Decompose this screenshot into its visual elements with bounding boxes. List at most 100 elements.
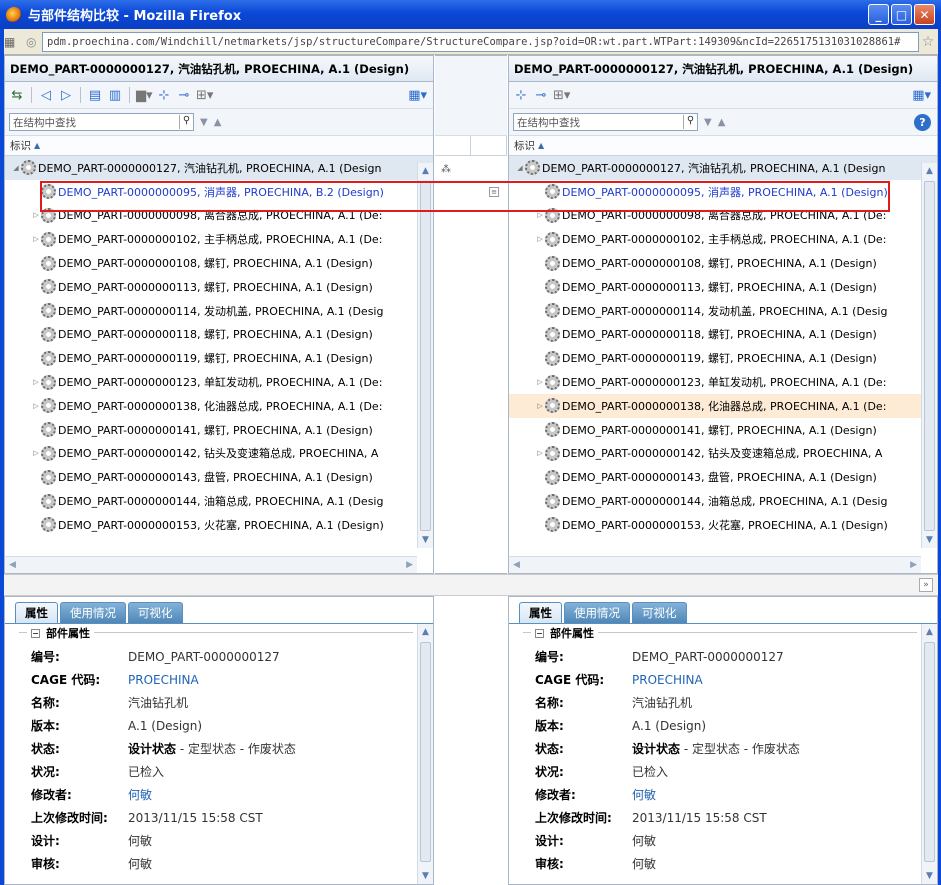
structure-icon[interactable]: ⊹ <box>513 88 529 103</box>
tree-row[interactable]: DEMO_PART-0000000114, 发动机盖, PROECHINA, A… <box>509 299 937 323</box>
columns-menu-icon[interactable]: ▦▾ <box>408 88 427 103</box>
options-menu-icon[interactable]: ⊞▾ <box>553 88 570 103</box>
layout-icon[interactable]: ▤ <box>87 88 103 103</box>
expand-toggle-icon[interactable]: ▷ <box>535 235 545 243</box>
tree-row[interactable]: DEMO_PART-0000000119, 螺钉, PROECHINA, A.1… <box>509 346 937 370</box>
left-search-input[interactable]: 在结构中查找 ⚲ <box>9 113 194 131</box>
view-menu-icon[interactable]: ▆▾ <box>136 88 153 103</box>
left-details-scrollbar[interactable]: ▲ ▼ <box>417 624 433 884</box>
tree-row[interactable]: DEMO_PART-0000000114, 发动机盖, PROECHINA, A… <box>5 299 433 323</box>
tree-row[interactable]: ▷ DEMO_PART-0000000142, 钻头及变速箱总成, PROECHI… <box>5 442 433 466</box>
find-next-icon[interactable]: ▼ <box>200 117 208 128</box>
tree-row[interactable]: DEMO_PART-0000000144, 油箱总成, PROECHINA, A… <box>5 489 433 513</box>
collapse-toggle-icon[interactable]: ◢ <box>11 164 21 172</box>
right-horizontal-scrollbar[interactable]: ◀ ▶ <box>509 556 921 573</box>
previous-icon[interactable]: ◁ <box>38 88 54 103</box>
help-icon[interactable]: ? <box>914 113 931 131</box>
tree-row[interactable]: DEMO_PART-0000000153, 火花塞, PROECHINA, A.… <box>509 513 937 537</box>
left-column-header[interactable]: 标识 ▲ <box>5 136 433 156</box>
scroll-up-icon[interactable]: ▲ <box>418 163 433 179</box>
tree-row[interactable]: ▷DEMO_PART-0000000154, 侧手柄总成, PROECHINA,… <box>5 537 433 541</box>
tree-row[interactable]: DEMO_PART-0000000141, 螺钉, PROECHINA, A.1… <box>5 418 433 442</box>
scroll-thumb[interactable] <box>924 181 935 531</box>
section-title[interactable]: − 部件属性 <box>27 625 94 641</box>
find-icon[interactable]: ⚲ <box>179 115 193 129</box>
filter-icon[interactable]: ⊸ <box>533 88 549 103</box>
bookmark-star-icon[interactable]: ☆ <box>919 34 937 50</box>
find-icon[interactable]: ⚲ <box>683 115 697 129</box>
scroll-down-icon[interactable]: ▼ <box>418 532 433 548</box>
scroll-up-icon[interactable]: ▲ <box>922 163 937 179</box>
tree-row[interactable]: DEMO_PART-0000000143, 盘管, PROECHINA, A.1… <box>509 465 937 489</box>
scroll-thumb[interactable] <box>420 181 431 531</box>
scroll-right-icon[interactable]: ▶ <box>406 560 413 570</box>
tab-visualization[interactable]: 可视化 <box>128 602 183 623</box>
options-menu-icon[interactable]: ⊞▾ <box>196 88 213 103</box>
close-button[interactable]: ✕ <box>914 4 935 25</box>
expand-toggle-icon[interactable]: ▷ <box>31 449 41 457</box>
find-next-icon[interactable]: ▼ <box>704 117 712 128</box>
tab-usage[interactable]: 使用情况 <box>564 602 630 623</box>
scroll-left-icon[interactable]: ◀ <box>9 560 16 570</box>
right-vertical-scrollbar[interactable]: ▲ ▼ <box>921 163 937 548</box>
url-field[interactable]: pdm.proechina.com/Windchill/netmarkets/j… <box>42 31 919 52</box>
find-previous-icon[interactable]: ▲ <box>718 117 726 128</box>
scroll-down-icon[interactable]: ▼ <box>922 868 937 884</box>
tree-row[interactable]: ▷ DEMO_PART-0000000138, 化油器总成, PROECHINA,… <box>5 394 433 418</box>
tree-row[interactable]: ▷DEMO_PART-0000000154, 侧手柄总成, PROECHINA,… <box>509 537 937 541</box>
attribute-value[interactable]: PROECHINA <box>632 673 703 687</box>
tree-row[interactable]: DEMO_PART-0000000119, 螺钉, PROECHINA, A.1… <box>5 346 433 370</box>
collapse-toggle-icon[interactable]: ◢ <box>515 164 525 172</box>
tree-row[interactable]: ▷ DEMO_PART-0000000102, 主手柄总成, PROECHINA,… <box>5 227 433 251</box>
tree-row[interactable]: ▷ DEMO_PART-0000000123, 单缸发动机, PROECHINA,… <box>5 370 433 394</box>
left-horizontal-scrollbar[interactable]: ◀ ▶ <box>5 556 417 573</box>
tab-visualization[interactable]: 可视化 <box>632 602 687 623</box>
scroll-thumb[interactable] <box>924 642 935 862</box>
tab-attributes[interactable]: 属性 <box>519 602 562 623</box>
right-column-header[interactable]: 标识 ▲ <box>509 136 937 156</box>
attribute-value[interactable]: 何敏 <box>632 786 656 803</box>
minimize-button[interactable]: _ <box>868 4 889 25</box>
expand-toggle-icon[interactable]: ▷ <box>535 211 545 219</box>
columns-menu-icon[interactable]: ▦▾ <box>912 88 931 103</box>
attribute-value[interactable]: PROECHINA <box>128 673 199 687</box>
filter-icon[interactable]: ⊸ <box>176 88 192 103</box>
find-previous-icon[interactable]: ▲ <box>214 117 222 128</box>
right-search-input[interactable]: 在结构中查找 ⚲ <box>513 113 698 131</box>
sync-icon[interactable]: ⇆ <box>9 88 25 103</box>
tree-row[interactable]: ▷ DEMO_PART-0000000102, 主手柄总成, PROECHINA,… <box>509 227 937 251</box>
left-vertical-scrollbar[interactable]: ▲ ▼ <box>417 163 433 548</box>
tab-usage[interactable]: 使用情况 <box>60 602 126 623</box>
attribute-value[interactable]: 何敏 <box>128 786 152 803</box>
scroll-thumb[interactable] <box>420 642 431 862</box>
tree-row[interactable]: DEMO_PART-0000000118, 螺钉, PROECHINA, A.1… <box>5 323 433 347</box>
collapse-section-icon[interactable]: − <box>31 628 40 638</box>
scroll-up-icon[interactable]: ▲ <box>922 624 937 640</box>
structure-icon[interactable]: ⊹ <box>156 88 172 103</box>
tree-row[interactable]: DEMO_PART-0000000113, 螺钉, PROECHINA, A.1… <box>5 275 433 299</box>
tree-row[interactable]: DEMO_PART-0000000144, 油箱总成, PROECHINA, A… <box>509 489 937 513</box>
tree-row[interactable]: DEMO_PART-0000000108, 螺钉, PROECHINA, A.1… <box>5 251 433 275</box>
scroll-down-icon[interactable]: ▼ <box>418 868 433 884</box>
tree-row[interactable]: DEMO_PART-0000000141, 螺钉, PROECHINA, A.1… <box>509 418 937 442</box>
scroll-right-icon[interactable]: ▶ <box>910 560 917 570</box>
expand-toggle-icon[interactable]: ▷ <box>31 211 41 219</box>
tree-row[interactable]: DEMO_PART-0000000118, 螺钉, PROECHINA, A.1… <box>509 323 937 347</box>
expand-toggle-icon[interactable]: ▷ <box>535 449 545 457</box>
scroll-down-icon[interactable]: ▼ <box>922 532 937 548</box>
expand-toggle-icon[interactable]: ▷ <box>31 235 41 243</box>
tree-row[interactable]: DEMO_PART-0000000113, 螺钉, PROECHINA, A.1… <box>509 275 937 299</box>
maximize-button[interactable]: □ <box>891 4 912 25</box>
tree-root-row[interactable]: ◢ DEMO_PART-0000000127, 汽油钻孔机, PROECHINA,… <box>5 156 433 180</box>
tree-row[interactable]: DEMO_PART-0000000153, 火花塞, PROECHINA, A.… <box>5 513 433 537</box>
split-icon[interactable]: ▥ <box>107 88 123 103</box>
tree-row[interactable]: DEMO_PART-0000000143, 盘管, PROECHINA, A.1… <box>5 465 433 489</box>
tree-row[interactable]: ▷ DEMO_PART-0000000123, 单缸发动机, PROECHINA,… <box>509 370 937 394</box>
expand-toggle-icon[interactable]: ▷ <box>535 378 545 386</box>
scroll-up-icon[interactable]: ▲ <box>418 624 433 640</box>
tree-root-row[interactable]: ◢ DEMO_PART-0000000127, 汽油钻孔机, PROECHINA,… <box>509 156 937 180</box>
collapse-section-icon[interactable]: − <box>535 628 544 638</box>
scroll-left-icon[interactable]: ◀ <box>513 560 520 570</box>
collapse-icon[interactable]: » <box>919 578 933 592</box>
expand-toggle-icon[interactable]: ▷ <box>535 402 545 410</box>
